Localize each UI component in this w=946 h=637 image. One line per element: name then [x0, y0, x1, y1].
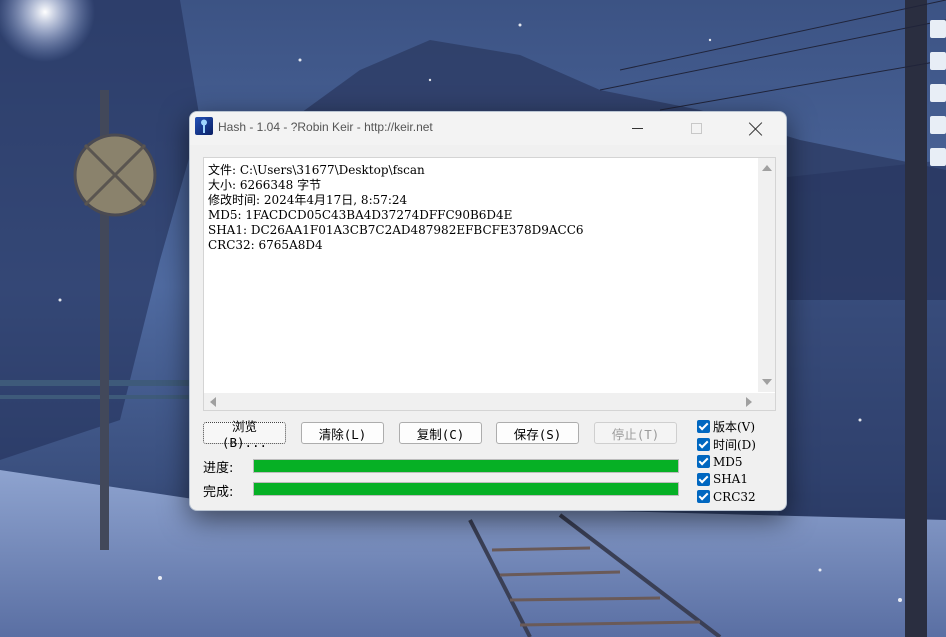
minimize-icon — [631, 128, 643, 129]
desktop-shortcut-icon[interactable] — [930, 116, 946, 134]
maximize-icon — [690, 123, 702, 134]
scrollbar-corner — [758, 393, 775, 410]
hash-app-icon — [195, 117, 213, 135]
stop-button: 停止(T) — [594, 422, 677, 444]
complete-bar-fill — [254, 483, 678, 495]
desktop-shortcut-icon[interactable] — [930, 20, 946, 38]
complete-bar — [253, 482, 679, 496]
title-bar[interactable]: Hash - 1.04 - ?Robin Keir - http://keir.… — [190, 112, 786, 145]
output-line-md5: MD5: 1FACDCD05C43BA4D37274DFFC90B6D4E — [208, 208, 513, 222]
output-line-file: 文件: C:\Users\31677\Desktop\fscan — [208, 163, 425, 177]
output-line-size: 大小: 6266348 字节 — [208, 178, 322, 192]
close-button[interactable] — [727, 112, 785, 145]
option-label: CRC32 — [713, 489, 756, 504]
checkbox-checked-icon[interactable] — [697, 472, 710, 486]
output-line-crc32: CRC32: 6765A8D4 — [208, 238, 323, 252]
copy-button[interactable]: 复制(C) — [399, 422, 482, 444]
option-crc32[interactable]: CRC32 — [697, 488, 782, 506]
progress-label: 进度: — [203, 461, 234, 476]
option-md5[interactable]: MD5 — [697, 453, 782, 471]
option-version[interactable]: 版本(V) — [697, 418, 782, 436]
option-label: 版本(V) — [713, 420, 756, 435]
clear-button[interactable]: 清除(L) — [301, 422, 384, 444]
desktop-shortcut-icon[interactable] — [930, 84, 946, 102]
scroll-left-icon[interactable] — [210, 397, 216, 407]
progress-bar-fill — [254, 460, 678, 472]
scroll-down-icon[interactable] — [762, 379, 772, 385]
complete-label: 完成: — [203, 485, 234, 500]
maximize-button[interactable] — [667, 112, 725, 145]
window-title: Hash - 1.04 - ?Robin Keir - http://keir.… — [218, 120, 433, 134]
vertical-scrollbar[interactable] — [758, 158, 775, 392]
hash-output-textarea[interactable]: 文件: C:\Users\31677\Desktop\fscan 大小: 626… — [203, 157, 776, 411]
output-line-modified: 修改时间: 2024年4月17日, 8:57:24 — [208, 193, 408, 207]
option-label: MD5 — [713, 454, 743, 469]
hash-options: 版本(V) 时间(D) MD5 SHA1 CRC32 — [697, 418, 782, 506]
close-icon — [749, 122, 763, 136]
browse-button[interactable]: 浏览(B)... — [203, 419, 286, 450]
desktop-shortcut-icon[interactable] — [930, 52, 946, 70]
checkbox-checked-icon[interactable] — [697, 455, 710, 469]
horizontal-scrollbar[interactable] — [204, 393, 758, 410]
save-button[interactable]: 保存(S) — [496, 422, 579, 444]
option-sha1[interactable]: SHA1 — [697, 471, 782, 489]
hash-window: Hash - 1.04 - ?Robin Keir - http://keir.… — [189, 111, 787, 511]
checkbox-checked-icon[interactable] — [697, 437, 710, 451]
minimize-button[interactable] — [608, 112, 666, 145]
scroll-up-icon[interactable] — [762, 165, 772, 171]
output-text: 文件: C:\Users\31677\Desktop\fscan 大小: 626… — [208, 163, 748, 253]
output-line-sha1: SHA1: DC26AA1F01A3CB7C2AD487982EFBCFE378… — [208, 223, 584, 237]
checkbox-checked-icon[interactable] — [697, 490, 710, 504]
option-label: SHA1 — [713, 472, 748, 487]
option-label: 时间(D) — [713, 437, 756, 452]
progress-bar — [253, 459, 679, 473]
desktop-icon-strip — [930, 20, 946, 166]
desktop-shortcut-icon[interactable] — [930, 148, 946, 166]
checkbox-checked-icon[interactable] — [697, 420, 710, 434]
scroll-right-icon[interactable] — [746, 397, 752, 407]
option-time[interactable]: 时间(D) — [697, 436, 782, 454]
